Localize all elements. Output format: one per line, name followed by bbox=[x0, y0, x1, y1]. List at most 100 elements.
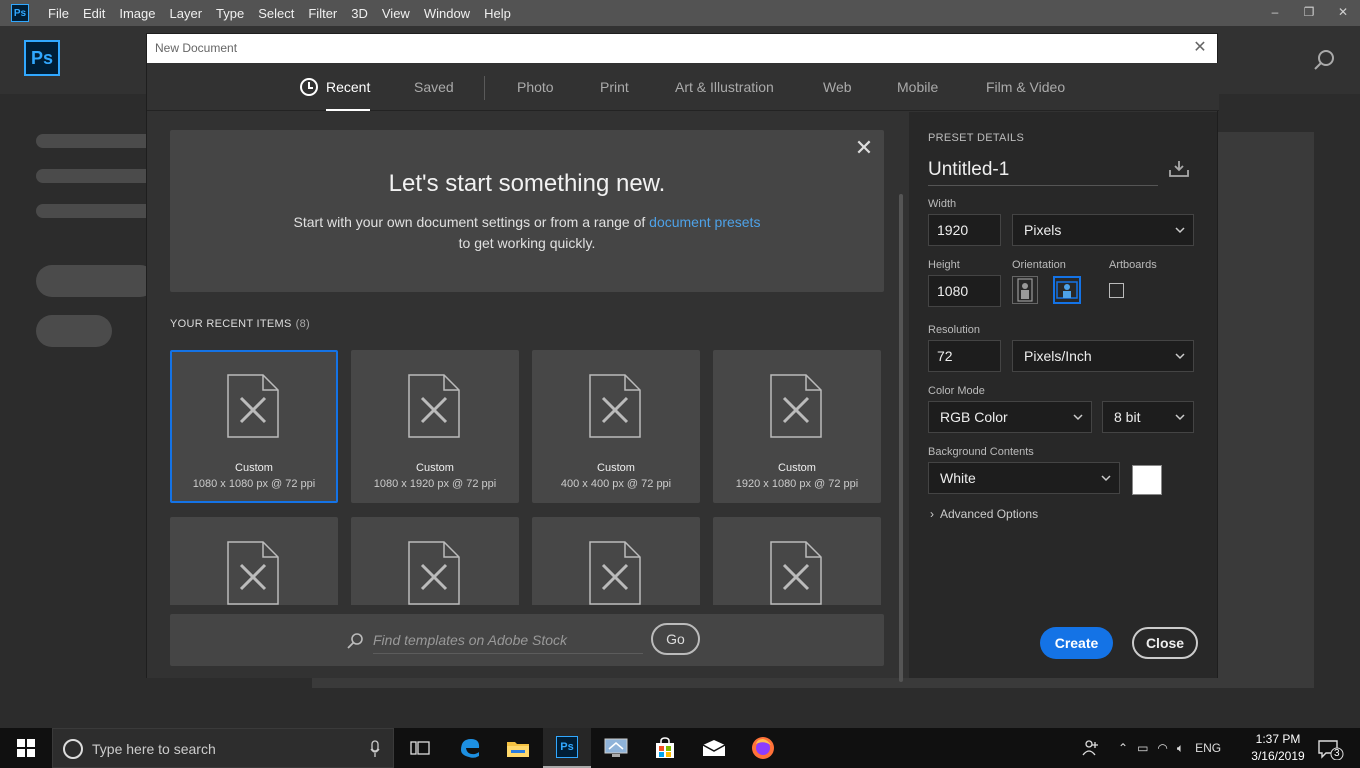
background-color-swatch[interactable] bbox=[1132, 465, 1162, 495]
tab-mobile[interactable]: Mobile bbox=[897, 63, 938, 111]
menu-filter[interactable]: Filter bbox=[308, 6, 337, 21]
taskbar-firefox[interactable] bbox=[739, 728, 787, 768]
taskbar-photoshop[interactable]: Ps bbox=[543, 728, 591, 768]
minimize-button[interactable]: – bbox=[1258, 0, 1292, 24]
color-mode-select[interactable]: RGB Color bbox=[928, 401, 1092, 433]
recent-item[interactable]: Custom 1920 x 1080 px @ 72 ppi bbox=[713, 350, 881, 503]
taskbar-mail[interactable] bbox=[690, 728, 738, 768]
home-placeholder-button bbox=[36, 315, 112, 347]
start-button[interactable] bbox=[0, 728, 52, 768]
document-presets-link[interactable]: document presets bbox=[649, 214, 760, 230]
dialog-close-icon[interactable]: ✕ bbox=[1190, 38, 1210, 58]
battery-icon[interactable]: ▭ bbox=[1137, 741, 1148, 755]
task-view-button[interactable] bbox=[396, 728, 444, 768]
taskbar-file-explorer[interactable] bbox=[494, 728, 542, 768]
microphone-icon[interactable] bbox=[370, 740, 380, 758]
search-icon[interactable] bbox=[1312, 48, 1336, 72]
color-mode-value: RGB Color bbox=[940, 409, 1008, 425]
resolution-input[interactable]: 72 bbox=[928, 340, 1001, 372]
volume-icon[interactable]: 🔈︎ bbox=[1177, 741, 1184, 756]
cortana-icon bbox=[63, 739, 83, 759]
action-center-button[interactable]: 3 bbox=[1316, 738, 1344, 761]
ps-logo: Ps bbox=[24, 40, 60, 76]
menu-edit[interactable]: Edit bbox=[83, 6, 105, 21]
create-button[interactable]: Create bbox=[1040, 627, 1113, 659]
bit-depth-value: 8 bit bbox=[1114, 409, 1141, 425]
document-name-field[interactable]: Untitled-1 bbox=[928, 156, 1158, 186]
height-label: Height bbox=[928, 259, 960, 271]
taskbar-store[interactable] bbox=[641, 728, 689, 768]
tab-web[interactable]: Web bbox=[823, 63, 852, 111]
dialog-title: New Document bbox=[155, 41, 238, 55]
width-unit-select[interactable]: Pixels bbox=[1012, 214, 1194, 246]
tab-print[interactable]: Print bbox=[600, 63, 629, 111]
color-mode-label: Color Mode bbox=[928, 385, 985, 397]
folder-icon bbox=[507, 742, 529, 757]
tab-photo[interactable]: Photo bbox=[517, 63, 554, 111]
tab-saved[interactable]: Saved bbox=[414, 63, 454, 111]
recent-item[interactable] bbox=[170, 517, 338, 605]
language-indicator[interactable]: ENG bbox=[1195, 741, 1221, 755]
advanced-options-toggle[interactable]: › Advanced Options bbox=[930, 507, 1038, 521]
home-placeholder-bar bbox=[36, 134, 156, 148]
menu-type[interactable]: Type bbox=[216, 6, 244, 21]
menu-select[interactable]: Select bbox=[258, 6, 294, 21]
recent-item[interactable] bbox=[532, 517, 700, 605]
recent-item[interactable]: Custom 1080 x 1920 px @ 72 ppi bbox=[351, 350, 519, 503]
go-button[interactable]: Go bbox=[651, 623, 700, 655]
portrait-orientation-button[interactable] bbox=[1012, 276, 1038, 304]
recent-item[interactable]: Custom 1080 x 1080 px @ 72 ppi bbox=[170, 350, 338, 503]
menu-bar: File Edit Image Layer Type Select Filter… bbox=[48, 6, 525, 21]
show-hidden-icons-chevron-icon[interactable]: ⌃ bbox=[1118, 741, 1128, 755]
taskbar-clock[interactable]: 1:37 PM 3/16/2019 bbox=[1250, 731, 1306, 765]
recent-item-name: Custom bbox=[778, 462, 816, 474]
menu-window[interactable]: Window bbox=[424, 6, 470, 21]
menu-file[interactable]: File bbox=[48, 6, 69, 21]
recent-item[interactable] bbox=[351, 517, 519, 605]
photoshop-icon: Ps bbox=[556, 736, 578, 758]
remote-desktop-icon bbox=[604, 738, 628, 757]
people-icon[interactable] bbox=[1082, 739, 1100, 757]
width-input[interactable]: 1920 bbox=[928, 214, 1001, 246]
taskbar-edge[interactable] bbox=[446, 728, 494, 768]
recent-item-name: Custom bbox=[597, 462, 635, 474]
tab-art-illustration[interactable]: Art & Illustration bbox=[675, 63, 774, 111]
recent-item-name: Custom bbox=[416, 462, 454, 474]
recent-item[interactable]: Custom 400 x 400 px @ 72 ppi bbox=[532, 350, 700, 503]
menu-help[interactable]: Help bbox=[484, 6, 511, 21]
preset-details-heading: PRESET DETAILS bbox=[928, 132, 1025, 144]
recent-item[interactable] bbox=[713, 517, 881, 605]
taskbar-search-box[interactable]: Type here to search bbox=[52, 728, 394, 768]
menu-3d[interactable]: 3D bbox=[351, 6, 368, 21]
tab-recent[interactable]: Recent bbox=[300, 63, 371, 111]
resolution-unit-select[interactable]: Pixels/Inch bbox=[1012, 340, 1194, 372]
height-input[interactable]: 1080 bbox=[928, 275, 1001, 307]
welcome-banner: ✕ Let's start something new. Start with … bbox=[170, 130, 884, 292]
artboards-checkbox[interactable] bbox=[1109, 283, 1124, 298]
close-window-button[interactable]: ✕ bbox=[1326, 0, 1360, 24]
welcome-close-icon[interactable]: ✕ bbox=[854, 137, 874, 159]
stock-search-input[interactable]: Find templates on Adobe Stock bbox=[373, 628, 643, 654]
document-preset-icon bbox=[589, 541, 641, 605]
menu-layer[interactable]: Layer bbox=[170, 6, 203, 21]
bit-depth-select[interactable]: 8 bit bbox=[1102, 401, 1194, 433]
ps-app-icon[interactable]: Ps bbox=[11, 4, 29, 22]
tab-film-video[interactable]: Film & Video bbox=[986, 63, 1065, 111]
restore-button[interactable]: ❐ bbox=[1292, 0, 1326, 24]
menu-view[interactable]: View bbox=[382, 6, 410, 21]
width-unit-value: Pixels bbox=[1024, 222, 1062, 238]
windows-logo-icon bbox=[17, 739, 35, 757]
menu-image[interactable]: Image bbox=[119, 6, 155, 21]
background-contents-select[interactable]: White bbox=[928, 462, 1120, 494]
preset-details-pane: PRESET DETAILS Untitled-1 Width 1920 Pix… bbox=[909, 112, 1217, 678]
system-tray-icons: ⌃ ▭ ◠ 🔈︎ ENG bbox=[1118, 728, 1221, 768]
landscape-orientation-button[interactable] bbox=[1053, 276, 1081, 304]
wifi-icon[interactable]: ◠ bbox=[1157, 741, 1167, 755]
windows-taskbar: Type here to search Ps ⌃ ▭ ◠ 🔈︎ ENG 1:37… bbox=[0, 728, 1360, 768]
welcome-line2: to get working quickly. bbox=[458, 235, 596, 251]
chevron-down-icon bbox=[1175, 353, 1185, 360]
close-button[interactable]: Close bbox=[1132, 627, 1198, 659]
presets-scrollbar[interactable] bbox=[899, 194, 903, 682]
save-preset-icon[interactable] bbox=[1168, 160, 1190, 178]
taskbar-remote-desktop[interactable] bbox=[592, 728, 640, 768]
